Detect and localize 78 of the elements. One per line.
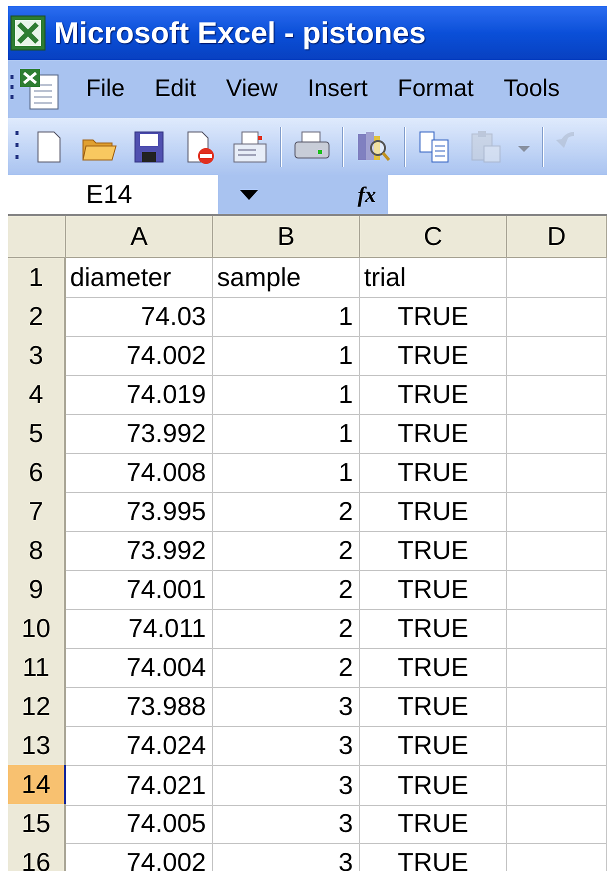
table-cell: 74.021 (66, 765, 213, 806)
table-cell: 74.011 (66, 609, 213, 649)
row-header[interactable]: 2 (8, 297, 66, 337)
table-cell: sample (213, 258, 360, 298)
table-cell: 3 (213, 726, 360, 766)
menu-item[interactable]: Format (386, 71, 486, 107)
table-cell: diameter (66, 258, 213, 298)
row-header[interactable]: 7 (8, 492, 66, 532)
table-cell: 74.024 (66, 726, 213, 766)
table-cell: 3 (213, 804, 360, 844)
table-cell: 1 (213, 336, 360, 376)
insert-function-button[interactable]: fx (358, 178, 376, 211)
table-cell: 73.988 (66, 687, 213, 727)
table-cell: 1 (213, 297, 360, 337)
table-cell: 74.001 (66, 570, 213, 610)
row-header[interactable]: 6 (8, 453, 66, 493)
table-cell: 2 (213, 609, 360, 649)
row-header[interactable]: 1 (8, 258, 66, 298)
table-cell: 74.019 (66, 375, 213, 415)
row-header[interactable]: 3 (8, 336, 66, 376)
table-cell: 74.002 (66, 336, 213, 376)
table-cell: 2 (213, 531, 360, 571)
table-cell: TRUE (360, 570, 507, 610)
table-cell: 1 (213, 414, 360, 454)
menu-item[interactable]: File (74, 71, 137, 107)
table-cell: TRUE (360, 687, 507, 727)
table-cell: 73.992 (66, 531, 213, 571)
table-cell: TRUE (360, 804, 507, 844)
table-cell: 2 (213, 492, 360, 532)
table-cell: TRUE (360, 375, 507, 415)
table-cell: TRUE (360, 531, 507, 571)
window-title: Microsoft Excel - pistones (54, 16, 426, 52)
table-cell: TRUE (360, 843, 507, 871)
menu-item[interactable]: Insert (296, 71, 380, 107)
row-header[interactable]: 9 (8, 570, 66, 610)
table-cell: 73.995 (66, 492, 213, 532)
table-cell: TRUE (360, 765, 507, 806)
table-cell: TRUE (360, 453, 507, 493)
table-cell: 1 (213, 453, 360, 493)
table-cell: TRUE (360, 648, 507, 688)
row-header[interactable]: 16 (8, 843, 66, 871)
spreadsheet-app-icon (10, 15, 46, 51)
table-cell: 74.005 (66, 804, 213, 844)
table-cell: trial (360, 258, 507, 298)
table-cell: 1 (213, 375, 360, 415)
table-cell: 74.03 (66, 297, 213, 337)
row-header[interactable]: 15 (8, 804, 66, 844)
column-header[interactable]: B (213, 216, 360, 258)
menu-item[interactable]: Edit (142, 71, 208, 107)
table-cell: TRUE (360, 726, 507, 766)
row-header[interactable]: 11 (8, 648, 66, 688)
table-cell: 73.992 (66, 414, 213, 454)
row-header[interactable]: 10 (8, 609, 66, 649)
table-cell: TRUE (360, 492, 507, 532)
table-cell: 3 (213, 843, 360, 871)
table-cell: TRUE (360, 297, 507, 337)
row-header[interactable]: 4 (8, 375, 66, 415)
column-header[interactable]: D (507, 216, 607, 258)
table-cell: 74.002 (66, 843, 213, 871)
row-header[interactable]: 13 (8, 726, 66, 766)
table-cell: TRUE (360, 414, 507, 454)
menu-item[interactable]: View (214, 71, 290, 107)
table-cell: 3 (213, 765, 360, 806)
column-header[interactable]: A (66, 216, 213, 258)
dropdown-arrow-icon[interactable] (240, 190, 258, 200)
row-header[interactable]: 14 (8, 765, 66, 806)
menu-item[interactable]: Tools (492, 71, 572, 107)
table-cell: 2 (213, 570, 360, 610)
table-cell: TRUE (360, 609, 507, 649)
table-cell: TRUE (360, 336, 507, 376)
row-header[interactable]: 12 (8, 687, 66, 727)
table-cell: 74.004 (66, 648, 213, 688)
table-cell: 2 (213, 648, 360, 688)
table-cell: 74.008 (66, 453, 213, 493)
table-cell: 3 (213, 687, 360, 727)
column-header[interactable]: C (360, 216, 507, 258)
row-header[interactable]: 5 (8, 414, 66, 454)
row-header[interactable]: 8 (8, 531, 66, 571)
